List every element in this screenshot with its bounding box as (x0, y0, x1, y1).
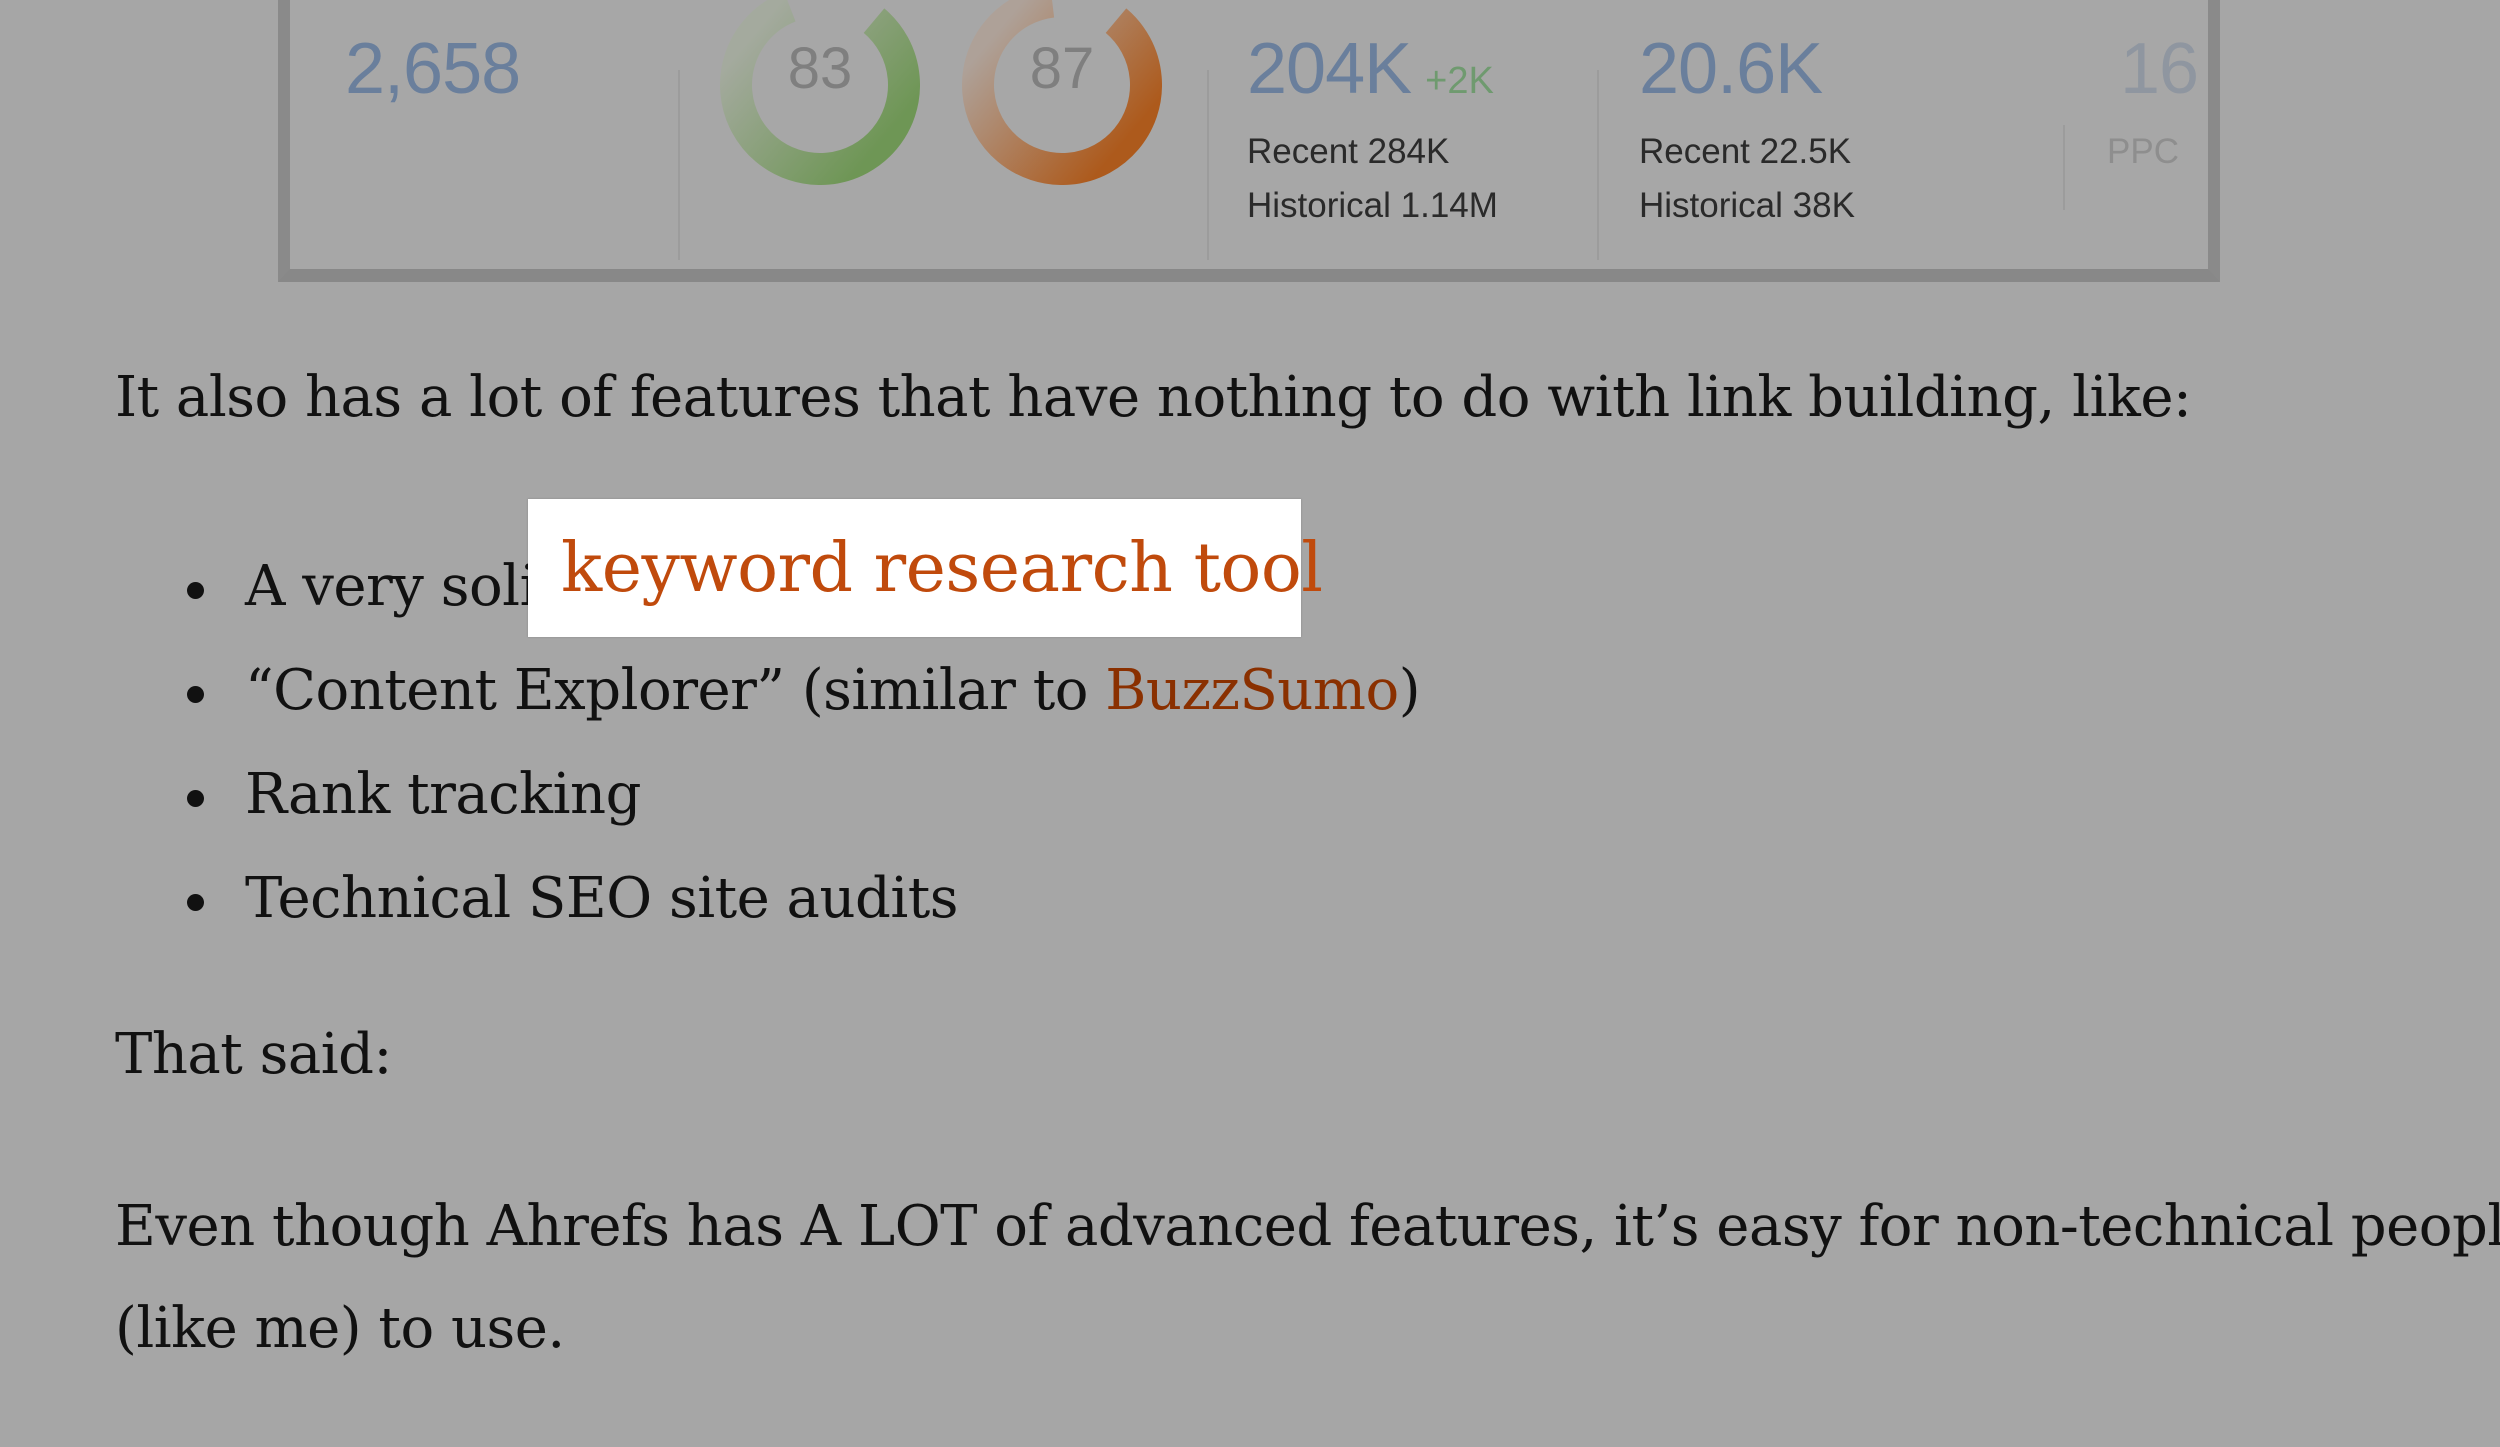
backlinks-delta: +2K (1425, 60, 1494, 102)
metrics-panel: 2,658 83 87 204K +2K Recent 284K Histori… (278, 0, 2220, 282)
list-item-text: Rank tracking (245, 762, 641, 827)
backlinks-value: 204K +2K (1247, 28, 1494, 110)
list-item-text: “Content Explorer” (similar to (245, 658, 1106, 723)
bullet-icon (187, 894, 204, 911)
bullet-icon (187, 582, 204, 599)
cutoff-value: 16 (2120, 29, 2199, 109)
score-ring-green: 83 (720, 0, 920, 185)
closing-paragraph-line2: (like me) to use. (115, 1296, 565, 1361)
referring-domains-value: 20.6K (1639, 29, 1823, 109)
list-item: “Content Explorer” (similar to BuzzSumo) (115, 639, 1421, 743)
highlight-link-text[interactable]: keyword research tool (561, 529, 1323, 608)
backlinks-number: 204K (1247, 29, 1412, 109)
backlinks-historical: Historical 1.14M (1247, 186, 1498, 225)
list-item-text: ) (1398, 658, 1421, 723)
metric-referring-domains: 20.6K Recent 22.5K Historical 38K (1599, 0, 2039, 262)
that-said-paragraph: That said: (115, 1022, 392, 1087)
bullet-icon (187, 686, 204, 703)
ring-orange-value: 87 (1029, 36, 1095, 101)
metric-count: 2,658 (290, 0, 678, 262)
metric-cutoff: 16 PPC (2065, 0, 2205, 262)
divider (678, 70, 680, 260)
backlinks-recent: Recent 284K (1247, 132, 1450, 171)
ppc-label: PPC (2107, 132, 2179, 171)
referring-domains-recent: Recent 22.5K (1639, 132, 1852, 171)
list-item: Technical SEO site audits (115, 847, 1420, 951)
list-item-text: Technical SEO site audits (245, 866, 959, 931)
closing-paragraph-line1: Even though Ahrefs has A LOT of advanced… (115, 1194, 2500, 1259)
highlight-callout[interactable]: keyword research tool (528, 499, 1323, 637)
ring-green-value: 83 (787, 36, 853, 101)
referring-domains-historical: Historical 38K (1639, 186, 1855, 225)
bullet-icon (187, 790, 204, 807)
list-item: Rank tracking (115, 743, 1420, 847)
metric-backlinks: 204K +2K Recent 284K Historical 1.14M (1209, 0, 1599, 262)
metric-count-value: 2,658 (345, 29, 521, 109)
buzzsumo-link[interactable]: BuzzSumo (1105, 658, 1399, 723)
score-ring-orange: 87 (962, 0, 1162, 185)
intro-paragraph: It also has a lot of features that have … (115, 365, 2192, 430)
